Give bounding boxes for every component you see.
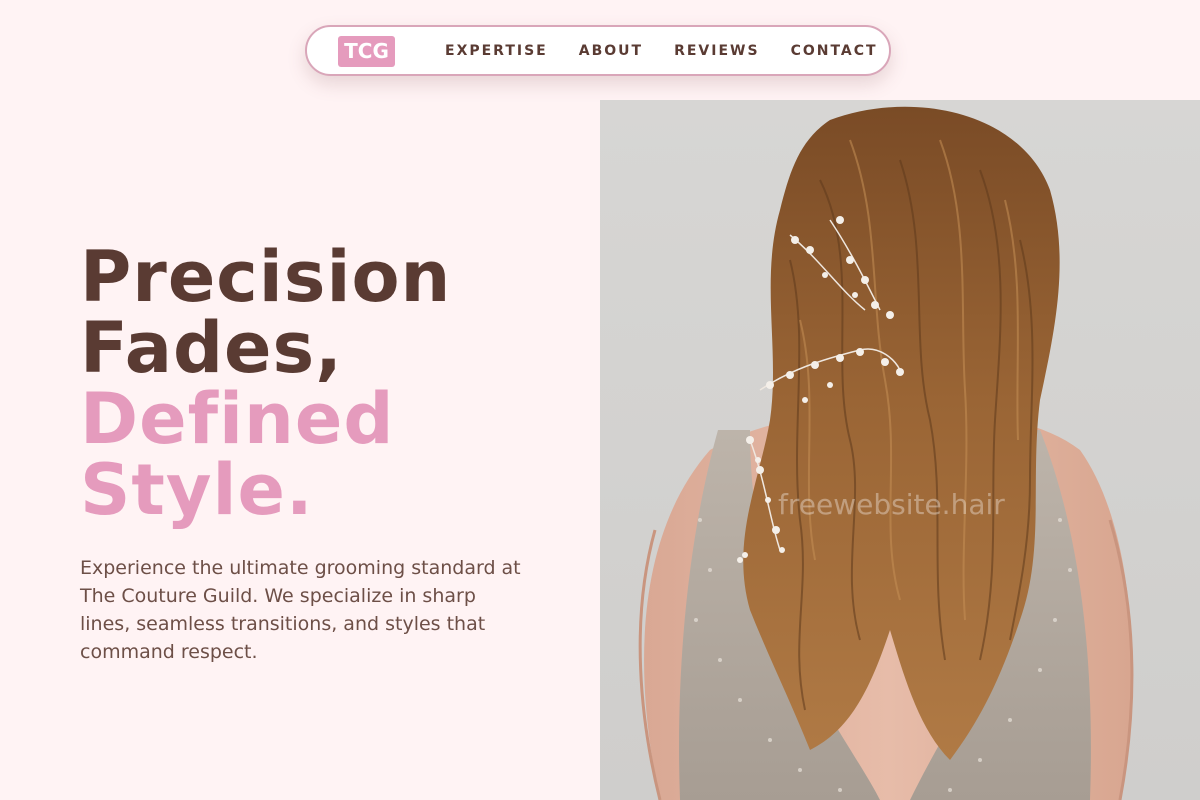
nav-link-expertise[interactable]: EXPERTISE [445,43,548,59]
nav-bar: TCG EXPERTISE ABOUT REVIEWS CONTACT [305,25,891,76]
nav-link-contact[interactable]: CONTACT [791,43,878,59]
nav-links: EXPERTISE ABOUT REVIEWS CONTACT [445,27,878,74]
watermark-text: freewebsite.hair [778,488,1005,521]
hero-title-line-2: Fades, [80,307,343,389]
hero-image: freewebsite.hair [600,100,1200,800]
hero-title-line-1: Precision [80,236,452,318]
hero-title-line-4: Style. [80,449,314,531]
hero-title-line-3: Defined [80,378,395,460]
hero-photo-illustration [638,106,1134,800]
hero-title: Precision Fades, Defined Style. [80,242,580,526]
page: TCG EXPERTISE ABOUT REVIEWS CONTACT Prec… [0,0,1200,800]
nav-link-about[interactable]: ABOUT [579,43,643,59]
logo[interactable]: TCG [338,36,395,67]
hero-description: Experience the ultimate grooming standar… [80,557,521,663]
nav-link-reviews[interactable]: REVIEWS [674,43,759,59]
